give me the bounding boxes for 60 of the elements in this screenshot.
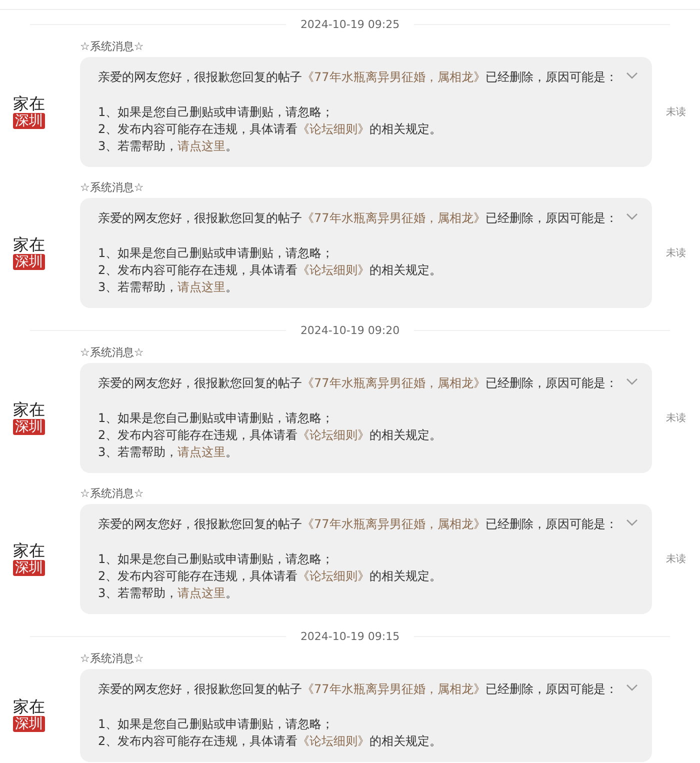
message-text: 3、若需帮助，请点这里。: [98, 279, 238, 296]
message-text: 亲爱的网友您好，很报歉您回复的帖子《77年水瓶离异男征婚，属相龙》已经删除，原因可能是：: [98, 210, 618, 227]
read-status: 未读: [666, 246, 686, 260]
logo-badge: 深圳: [13, 112, 45, 128]
logo-badge: 深圳: [13, 254, 45, 270]
read-status: 未读: [666, 412, 686, 425]
text-link[interactable]: 《论坛细则》: [298, 263, 370, 277]
message-sender: ☆系统消息☆: [80, 40, 145, 54]
message-text: 亲爱的网友您好，很报歉您回复的帖子《77年水瓶离异男征婚，属相龙》已经删除，原因可能是：: [98, 375, 618, 392]
text-link[interactable]: 《77年水瓶离异男征婚，属相龙》: [302, 211, 486, 225]
message-text: 1、如果是您自己删贴或申请删贴，请忽略；: [98, 410, 334, 427]
text-link[interactable]: 《论坛细则》: [298, 122, 370, 136]
chevron-down-icon[interactable]: [626, 72, 638, 80]
date-separator: 2024-10-19 09:25: [300, 18, 400, 30]
message-text: 亲爱的网友您好，很报歉您回复的帖子《77年水瓶离异男征婚，属相龙》已经删除，原因可能是：: [98, 516, 618, 533]
message-text: 2、发布内容可能存在违规，具体请看《论坛细则》的相关规定。: [98, 733, 442, 750]
logo-text: 家在: [13, 699, 45, 715]
message-text: 3、若需帮助，请点这里。: [98, 585, 238, 602]
logo-text: 家在: [13, 402, 45, 418]
text-link[interactable]: 《77年水瓶离异男征婚，属相龙》: [302, 517, 486, 531]
message-text: 1、如果是您自己删贴或申请删贴，请忽略；: [98, 551, 334, 568]
message-text: 亲爱的网友您好，很报歉您回复的帖子《77年水瓶离异男征婚，属相龙》已经删除，原因可能是：: [98, 681, 618, 698]
message-text: 3、若需帮助，请点这里。: [98, 444, 238, 461]
text-link[interactable]: 《77年水瓶离异男征婚，属相龙》: [302, 376, 486, 390]
message-text: 1、如果是您自己删贴或申请删贴，请忽略；: [98, 716, 334, 733]
message-text: 2、发布内容可能存在违规，具体请看《论坛细则》的相关规定。: [98, 568, 442, 585]
text-link[interactable]: 《论坛细则》: [298, 428, 370, 442]
text-link[interactable]: 《77年水瓶离异男征婚，属相龙》: [302, 682, 486, 696]
text-link[interactable]: 《77年水瓶离异男征婚，属相龙》: [302, 70, 486, 84]
message-text: 2、发布内容可能存在违规，具体请看《论坛细则》的相关规定。: [98, 121, 442, 138]
message-sender: ☆系统消息☆: [80, 181, 145, 195]
chevron-down-icon[interactable]: [626, 519, 638, 527]
message-text: 2、发布内容可能存在违规，具体请看《论坛细则》的相关规定。: [98, 262, 442, 279]
chevron-down-icon[interactable]: [626, 684, 638, 692]
message-text: 1、如果是您自己删贴或申请删贴，请忽略；: [98, 104, 334, 121]
message-sender: ☆系统消息☆: [80, 346, 145, 360]
logo-badge: 深圳: [13, 716, 45, 732]
read-status: 未读: [666, 106, 686, 119]
text-link[interactable]: 请点这里: [178, 139, 226, 153]
chevron-down-icon[interactable]: [626, 378, 638, 386]
message-sender: ☆系统消息☆: [80, 487, 145, 501]
logo-text: 家在: [13, 236, 45, 252]
text-link[interactable]: 请点这里: [178, 586, 226, 600]
message-sender: ☆系统消息☆: [80, 652, 145, 666]
text-link[interactable]: 请点这里: [178, 280, 226, 294]
date-separator: 2024-10-19 09:15: [300, 630, 400, 642]
logo-text: 家在: [13, 542, 45, 558]
logo-badge: 深圳: [13, 418, 45, 434]
message-text: 2、发布内容可能存在违规，具体请看《论坛细则》的相关规定。: [98, 427, 442, 444]
message-text: 3、若需帮助，请点这里。: [98, 138, 238, 155]
logo-badge: 深圳: [13, 560, 45, 576]
message-text: 1、如果是您自己删贴或申请删贴，请忽略；: [98, 245, 334, 262]
read-status: 未读: [666, 552, 686, 566]
logo-text: 家在: [13, 96, 45, 112]
message-text: 亲爱的网友您好，很报歉您回复的帖子《77年水瓶离异男征婚，属相龙》已经删除，原因可能是：: [98, 69, 618, 86]
chevron-down-icon[interactable]: [626, 213, 638, 221]
text-link[interactable]: 请点这里: [178, 445, 226, 459]
text-link[interactable]: 《论坛细则》: [298, 734, 370, 748]
date-separator: 2024-10-19 09:20: [300, 324, 400, 336]
text-link[interactable]: 《论坛细则》: [298, 569, 370, 583]
